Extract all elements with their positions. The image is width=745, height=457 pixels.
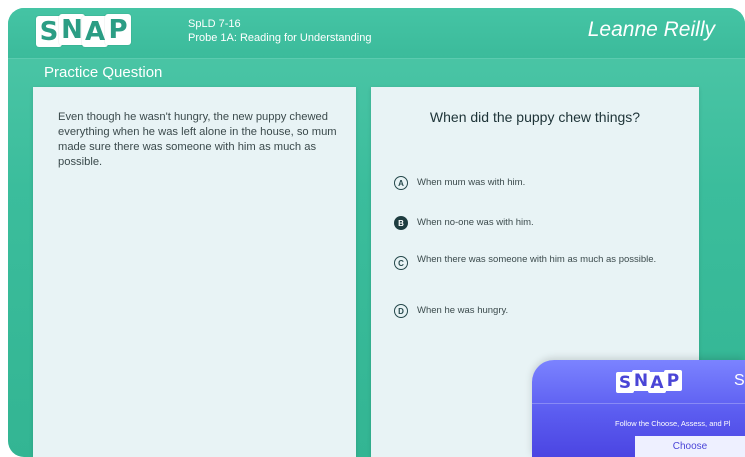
probe-label: Probe 1A: Reading for Understanding <box>188 32 372 44</box>
option-b-text: When no-one was with him. <box>417 217 534 228</box>
choose-button[interactable]: Choose <box>635 436 745 457</box>
snap-logo: S N A P <box>36 14 131 47</box>
teacher-name: Leanne Reilly <box>587 18 715 41</box>
answer-option-a[interactable]: A When mum was with him. <box>394 176 657 190</box>
passage-panel: Even though he wasn't hungry, the new pu… <box>33 87 356 457</box>
passage-text: Even though he wasn't hungry, the new pu… <box>58 111 337 168</box>
option-a-text: When mum was with him. <box>417 177 526 188</box>
answer-option-c[interactable]: C When there was someone with him as muc… <box>394 253 657 270</box>
option-a-badge-icon: A <box>394 176 408 190</box>
logo-letter-p: P <box>105 14 131 45</box>
popup-instruction-text: Follow the Choose, Assess, and Pl <box>615 419 731 428</box>
option-d-badge-icon: D <box>394 304 408 318</box>
answer-option-d[interactable]: D When he was hungry. <box>394 304 657 318</box>
option-c-text: When there was someone with him as much … <box>417 254 657 265</box>
section-title: Practice Question <box>44 64 163 81</box>
snap-popup-card[interactable]: S N A P S Follow the Choose, Assess, and… <box>532 360 745 457</box>
answer-option-b[interactable]: B When no-one was with him. <box>394 216 657 230</box>
popup-logo-letter-p: P <box>664 370 682 391</box>
popup-snap-logo: S N A P <box>616 370 682 393</box>
header-bar: S N A P SpLD 7-16 Probe 1A: Reading for … <box>8 8 745 59</box>
popup-trailing-letter: S <box>734 372 745 389</box>
question-text: When did the puppy chew things? <box>429 109 641 125</box>
course-label: SpLD 7-16 <box>188 18 241 30</box>
popup-divider <box>532 403 745 404</box>
option-d-text: When he was hungry. <box>417 305 509 316</box>
header-info: SpLD 7-16 Probe 1A: Reading for Understa… <box>188 17 371 45</box>
option-c-badge-icon: C <box>394 256 408 270</box>
option-b-badge-icon: B <box>394 216 408 230</box>
